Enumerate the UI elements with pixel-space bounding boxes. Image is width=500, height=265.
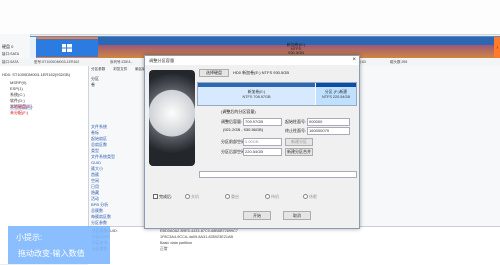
harddisk-illustration <box>149 70 195 166</box>
row-guid-value: 1F8C3A4-9CCA-4a09-8A31-835923E21AB <box>160 235 234 239</box>
radio-standby[interactable] <box>265 194 270 199</box>
row-name-value: Basic data partition <box>160 241 193 245</box>
partition-preview[interactable]: 新加卷(E:) NTFS 708.97GB 分区 (F:)新建 NTFS 220… <box>197 82 357 106</box>
link-8[interactable]: GUID <box>91 160 101 165</box>
tab-partition-params[interactable]: 分区参数 <box>91 67 105 72</box>
start-cyl-label: 起始柱面号: <box>285 119 307 124</box>
tip-overlay: 小提示: 拖动改变-输入数值 <box>8 226 110 264</box>
radio-restart[interactable] <box>225 194 230 199</box>
radio-hibernate-label: 休眠 <box>309 194 317 199</box>
disk-selection-text: HD0 新加卷(E:) NTFS 930.5GB <box>233 70 290 75</box>
section-title: (调整后的分区容量) <box>221 109 256 114</box>
scroll-right-icon[interactable]: › <box>496 45 498 51</box>
tip-text: 拖动改变-输入数值 <box>18 249 85 258</box>
new-size-label: 调整后容量: <box>221 119 243 124</box>
dialog-title: 调整分区容量 <box>149 58 175 63</box>
partition-guid-panel: 分区类型GUID: EBD0A0A2-B9E5-4433-87C0-68B6B7… <box>88 226 500 265</box>
preview-e-name: 新加卷(E:) <box>247 90 266 94</box>
after-free-button[interactable]: 新建分区合并 <box>285 148 313 156</box>
disk-label: 硬盘 0 <box>2 44 14 49</box>
preview-partition-e[interactable]: 新加卷(E:) NTFS 708.97GB <box>198 83 315 105</box>
info-heads: 磁头数:255 <box>390 60 408 64</box>
preview-partition-f[interactable]: 分区 (F:)新建 NTFS 220.54GB <box>316 83 356 105</box>
info-interface: 接口:SATA <box>2 60 19 64</box>
preview-f-name: 分区 (F:)新建 <box>324 90 348 94</box>
radio-standby-label: 待机 <box>271 194 279 199</box>
info-serial: 序列号:ZDE4... <box>110 60 134 64</box>
tree-item-esp[interactable]: ESP(1) <box>10 86 23 91</box>
resize-partition-dialog: 调整分区容量 × 选择硬盘 HD0 新加卷(E:) NTFS 930.5GB 新… <box>144 55 360 229</box>
link-1: 卷 <box>91 82 95 87</box>
finish-checkbox[interactable] <box>153 194 158 199</box>
tree-disk[interactable]: HD0: ST1000DM003-1ER162(932GB) <box>2 72 70 77</box>
tab-browse-files[interactable]: 浏览文件 <box>113 67 127 72</box>
end-cyl-input[interactable]: 160000079 <box>307 127 350 135</box>
finish-label: 完成后: <box>159 194 173 199</box>
tree-item-msr[interactable]: MSRP(0) <box>10 80 26 85</box>
size-range: (921.2GB - 930.56GB) <box>223 127 264 132</box>
before-free-input[interactable]: 0.00GB <box>243 138 282 146</box>
cancel-button[interactable]: 取消 <box>283 211 311 220</box>
before-free-button[interactable]: 新建分区 <box>285 138 313 146</box>
start-button[interactable]: 开始 <box>243 211 271 220</box>
windows-icon <box>62 44 72 52</box>
row-attr-value: 正常 <box>160 247 168 251</box>
toolbar-area <box>0 0 500 35</box>
info-model: 型号:ST1000DM003-1ER162 <box>34 60 80 64</box>
after-free-input[interactable]: 220.54GB <box>243 148 282 156</box>
end-cyl-label: 终止柱面号: <box>285 128 307 133</box>
radio-shutdown-label: 关机 <box>191 194 199 199</box>
row-type-guid-value: EBD0A0A2-B9E5-4433-87C0-68B6B72699C7 <box>160 229 238 233</box>
partition-system[interactable] <box>36 39 98 57</box>
new-size-input[interactable]: 709.97GB <box>243 118 282 126</box>
preview-f-sub: NTFS 220.54GB <box>321 95 351 99</box>
start-cyl-input[interactable]: 000000 <box>307 118 350 126</box>
close-icon[interactable]: × <box>352 56 356 65</box>
progress-bar <box>199 171 357 178</box>
radio-shutdown[interactable] <box>185 194 190 199</box>
disk-interface: 接口:SATA <box>2 52 20 56</box>
dialog-titlebar: 调整分区容量 × <box>145 56 359 65</box>
radio-hibernate[interactable] <box>303 194 308 199</box>
tree-item-f[interactable]: 未分配(F:) <box>10 110 28 116</box>
preview-e-sub: NTFS 708.97GB <box>242 95 271 99</box>
radio-restart-label: 重启 <box>231 194 239 199</box>
tip-title: 小提示: <box>16 233 43 242</box>
select-disk-button[interactable]: 选择硬盘 <box>199 69 229 77</box>
